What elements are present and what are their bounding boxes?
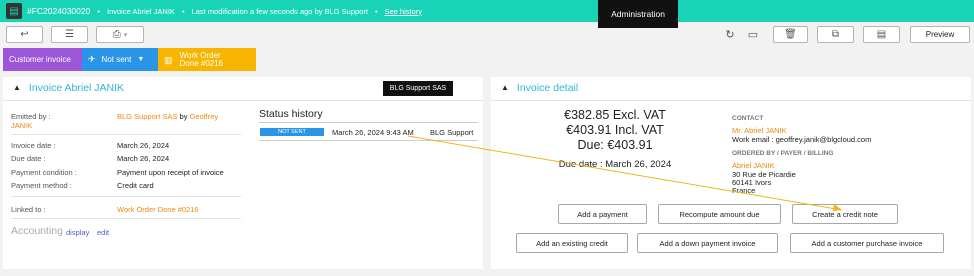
due-date-value: March 26, 2024: [117, 154, 170, 163]
invoice-title: Invoice Abriel JANIK: [106, 6, 175, 16]
payment-method-value: Credit card: [117, 181, 154, 190]
monitor-icon[interactable]: ▭: [746, 27, 760, 41]
add-existing-credit-button[interactable]: Add an existing credit: [516, 233, 628, 253]
document-button[interactable]: ▤: [863, 26, 900, 43]
emitted-by-label: Emitted by :: [11, 112, 51, 121]
due-date-text: Due date : March 26, 2024: [558, 159, 672, 170]
document-icon: ▤: [876, 29, 887, 40]
add-purchase-invoice-button[interactable]: Add a customer purchase invoice: [790, 233, 944, 253]
divider: [11, 134, 241, 135]
create-credit-note-button[interactable]: Create a credit note: [792, 204, 898, 224]
work-order-label: Work Order Done #0216: [179, 50, 224, 68]
divider: [11, 218, 241, 219]
payment-condition-value: Payment upon receipt of invoice: [117, 168, 224, 177]
invoice-panel: ▲ Invoice Abriel JANIK BLG Support SAS E…: [3, 77, 483, 269]
contact-email: Work email : geoffrey.janik@blgcloud.com: [732, 135, 872, 144]
delete-button[interactable]: 🗑: [773, 26, 808, 43]
divider: [491, 100, 971, 101]
back-arrow-icon: ↩: [20, 29, 29, 40]
amount-due: Due: €403.91: [577, 138, 653, 152]
back-button[interactable]: ↩: [6, 26, 43, 43]
trash-icon: 🗑: [784, 29, 797, 40]
print-icon: ⎙: [112, 29, 121, 40]
billing-country: France: [732, 186, 756, 195]
history-user: BLG Support: [430, 128, 474, 137]
preview-button[interactable]: Preview: [910, 26, 970, 43]
collapse-icon[interactable]: ▲: [13, 83, 21, 92]
toolbar: ↩ ☰ ⎙ ▾ ↻ ▭ 🗑 ⧉ ▤ Preview: [0, 22, 974, 46]
work-order-badge[interactable]: ▥ Work Order Done #0216: [158, 48, 256, 71]
invoice-type-badge: Customer invoice: [3, 48, 82, 71]
see-history-link[interactable]: See history: [385, 7, 423, 16]
linked-to-label: Linked to :: [11, 205, 46, 214]
status-bar: Customer invoice ✈ Not sent ▼ ▥ Work Ord…: [3, 48, 256, 71]
duplicate-button[interactable]: ⧉: [817, 26, 854, 43]
invoice-ref: #FC2024030020: [27, 6, 91, 16]
accounting-display-link[interactable]: display: [66, 228, 89, 237]
add-down-payment-button[interactable]: Add a down payment invoice: [637, 233, 778, 253]
due-date-label: Due date :: [11, 154, 46, 163]
separator: •: [181, 6, 185, 16]
sent-status-label: Not sent: [101, 55, 132, 64]
list-button[interactable]: ☰: [51, 26, 88, 43]
separator: •: [374, 6, 378, 16]
billing-name-link[interactable]: Abriel JANIK: [732, 161, 775, 170]
print-menu-button[interactable]: ⎙ ▾: [96, 26, 144, 43]
invoice-date-label: Invoice date :: [11, 141, 56, 150]
invoice-detail-title: Invoice detail: [516, 81, 579, 94]
invoice-date-value: March 26, 2024: [117, 141, 170, 150]
total-incl-vat: €403.91 Incl. VAT: [566, 123, 664, 137]
status-history-title: Status history: [259, 108, 323, 120]
top-bar: ▤ #FC2024030020 • Invoice Abriel JANIK •…: [0, 0, 974, 22]
company-badge: BLG Support SAS: [383, 81, 453, 96]
administration-badge[interactable]: Administration: [598, 0, 678, 28]
work-order-icon: ▥: [164, 54, 173, 65]
contact-heading: CONTACT: [732, 115, 764, 122]
recompute-amount-button[interactable]: Recompute amount due: [658, 204, 781, 224]
caret-down-icon: ▼: [137, 56, 145, 63]
reload-icon[interactable]: ↻: [723, 27, 737, 41]
emitted-by-word: by: [179, 112, 188, 121]
divider: [3, 100, 483, 101]
payment-method-label: Payment method :: [11, 181, 72, 190]
contact-name-link[interactable]: Mr. Abriel JANIK: [732, 126, 787, 135]
chevron-down-icon: ▾: [123, 31, 128, 39]
collapse-icon[interactable]: ▲: [501, 83, 509, 92]
emitted-by-value: BLG Support SAS by Geoffrey: [117, 112, 218, 121]
ordered-by-heading: ORDERED BY / PAYER / BILLING: [732, 150, 834, 157]
linked-work-order-link[interactable]: Work Order Done #0216: [117, 205, 199, 214]
invoice-detail-header[interactable]: ▲ Invoice detail: [491, 77, 971, 98]
invoice-detail-panel: ▲ Invoice detail €382.85 Excl. VAT €403.…: [491, 77, 971, 269]
history-status-badge: NOT SENT: [260, 128, 324, 136]
divider: [259, 140, 478, 141]
copy-icon: ⧉: [831, 29, 840, 40]
emitted-person-continued: JANIK: [11, 121, 33, 130]
add-payment-button[interactable]: Add a payment: [558, 204, 647, 224]
history-date: March 26, 2024 9:43 AM: [332, 128, 414, 137]
list-icon: ☰: [65, 29, 74, 40]
emitted-person-link[interactable]: Geoffrey: [190, 112, 219, 121]
invoice-document-icon: ▤: [6, 3, 22, 19]
sent-status-dropdown[interactable]: ✈ Not sent ▼: [82, 48, 158, 71]
divider: [11, 196, 241, 197]
tag-icon: ✈: [88, 54, 96, 64]
total-excl-vat: €382.85 Excl. VAT: [564, 108, 666, 122]
totals-block: €382.85 Excl. VAT €403.91 Incl. VAT Due:…: [543, 108, 687, 153]
emitted-company-link[interactable]: BLG Support SAS: [117, 112, 177, 121]
payment-condition-label: Payment condition :: [11, 168, 77, 177]
separator: •: [97, 6, 100, 16]
last-modification-text: Last modification a few seconds ago by B…: [191, 6, 368, 16]
divider: [259, 122, 478, 123]
accounting-edit-link[interactable]: edit: [97, 228, 109, 237]
accounting-label: Accounting: [11, 225, 63, 237]
invoice-panel-title: Invoice Abriel JANIK: [28, 81, 125, 94]
